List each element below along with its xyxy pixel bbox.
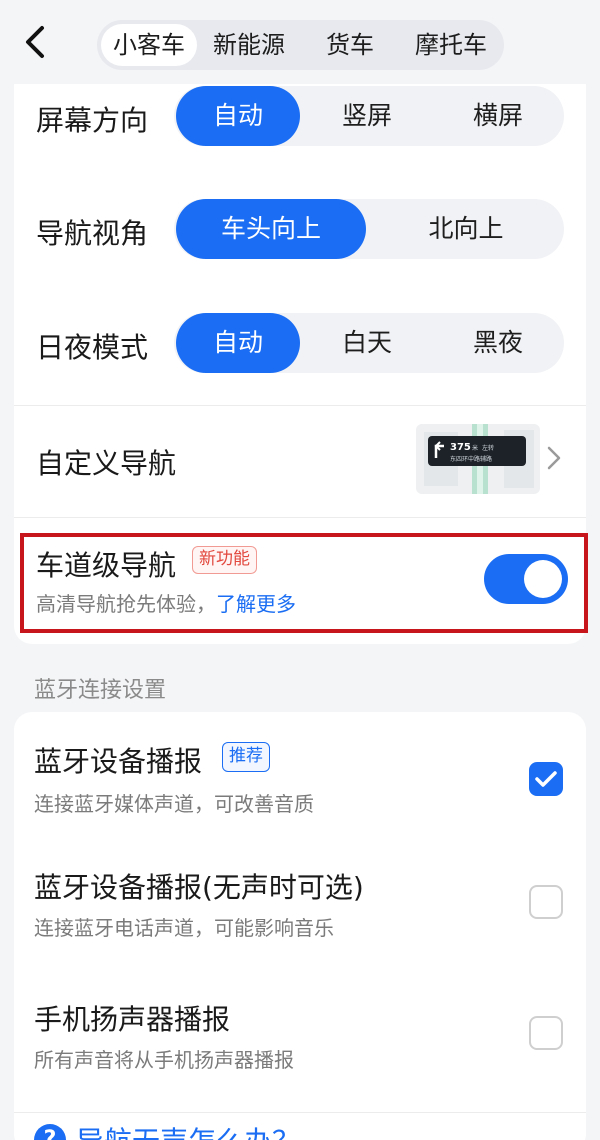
divider xyxy=(14,405,586,406)
nav-view-selector: 车头向上 北向上 xyxy=(174,199,564,259)
vehicle-type-tabs: 小客车 新能源 货车 摩托车 xyxy=(97,20,504,70)
bluetooth-option-title: 蓝牙设备播报 xyxy=(34,745,203,778)
top-bar: 小客车 新能源 货车 摩托车 xyxy=(0,0,600,84)
thumb-direction: 左转 xyxy=(482,444,494,452)
bluetooth-phone-checkbox[interactable] xyxy=(529,885,563,919)
nav-view-label: 导航视角 xyxy=(36,217,149,250)
check-icon xyxy=(535,771,557,787)
speaker-checkbox[interactable] xyxy=(529,1016,563,1050)
back-button[interactable] xyxy=(18,22,54,62)
thumb-road: 东四环中路辅路 xyxy=(450,455,492,463)
orientation-option-auto[interactable]: 自动 xyxy=(176,86,300,146)
thumb-unit: 米 xyxy=(472,444,478,452)
bluetooth-option-title: 蓝牙设备播报(无声时可选) xyxy=(34,871,364,904)
help-text: 导航无声怎么办？ xyxy=(76,1120,300,1140)
screen-orientation-label: 屏幕方向 xyxy=(36,104,149,137)
day-night-option-night[interactable]: 黑夜 xyxy=(434,313,562,373)
custom-nav-preview-image: 375 米 左转 东四环中路辅路 xyxy=(416,424,540,494)
divider xyxy=(14,1112,586,1113)
orientation-option-portrait[interactable]: 竖屏 xyxy=(304,86,430,146)
thumb-distance: 375 xyxy=(450,442,471,453)
bluetooth-option-subtitle: 连接蓝牙媒体声道，可改善音质 xyxy=(34,792,314,816)
day-night-selector: 自动 白天 黑夜 xyxy=(174,313,564,373)
nav-view-option-heading-up[interactable]: 车头向上 xyxy=(176,199,366,259)
nav-view-option-north-up[interactable]: 北向上 xyxy=(370,199,562,259)
speaker-option-subtitle: 所有声音将从手机扬声器播报 xyxy=(34,1048,294,1072)
tab-new-energy[interactable]: 新能源 xyxy=(201,24,297,66)
day-night-label: 日夜模式 xyxy=(36,331,149,364)
day-night-option-day[interactable]: 白天 xyxy=(304,313,430,373)
orientation-option-landscape[interactable]: 横屏 xyxy=(434,86,562,146)
chevron-left-icon xyxy=(26,26,44,58)
divider xyxy=(14,517,586,518)
tab-motorcycle[interactable]: 摩托车 xyxy=(401,24,501,66)
bluetooth-option-subtitle: 连接蓝牙电话声道，可能影响音乐 xyxy=(34,916,334,940)
tab-car[interactable]: 小客车 xyxy=(101,24,197,66)
bluetooth-settings-card: 蓝牙设备播报 推荐 连接蓝牙媒体声道，可改善音质 蓝牙设备播报(无声时可选) 连… xyxy=(14,712,586,1140)
screen-orientation-selector: 自动 竖屏 横屏 xyxy=(174,86,564,146)
day-night-option-auto[interactable]: 自动 xyxy=(176,313,300,373)
chevron-right-icon xyxy=(547,446,561,470)
tab-truck[interactable]: 货车 xyxy=(307,24,393,66)
recommended-badge: 推荐 xyxy=(222,742,270,772)
bluetooth-section-title: 蓝牙连接设置 xyxy=(34,678,167,703)
custom-nav-label: 自定义导航 xyxy=(36,447,177,480)
speaker-option-title: 手机扬声器播报 xyxy=(34,1003,231,1036)
highlight-box xyxy=(20,533,588,633)
bluetooth-media-checkbox[interactable] xyxy=(529,762,563,796)
